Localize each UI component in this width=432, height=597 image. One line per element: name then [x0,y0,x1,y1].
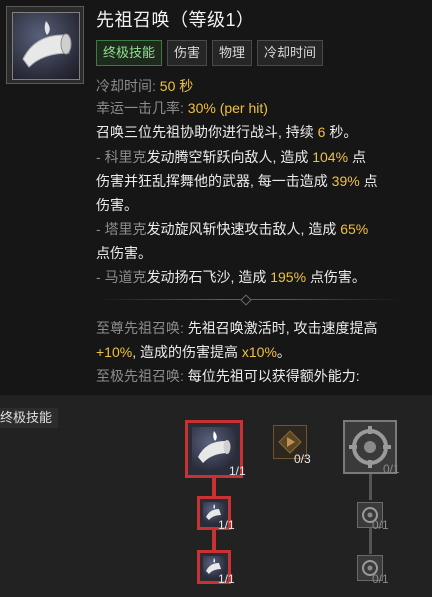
ancient-name-korlic: 科里克 [104,149,147,165]
divider-diamond-icon [240,294,252,306]
supreme-text: , 造成的伤害提高 [132,344,238,360]
skill-tags: 终极技能 伤害 物理 冷却时间 [96,40,324,66]
skill-icon-frame [6,6,84,84]
supreme-line-1: 至尊先祖召唤: 先祖召唤激活时, 攻击速度提高 [96,318,378,338]
node-rank-count: 0/1 [372,518,389,532]
connector-line [212,478,216,498]
horn-icon [12,12,80,80]
bullet: - [96,149,105,165]
desc-text: 秒。 [329,124,358,140]
damage-value: 104% [312,149,349,165]
tag-physical: 物理 [212,40,253,66]
node-rank-count: 1/1 [218,518,235,532]
supreme-text: 先祖召唤激活时, 攻击速度提高 [187,320,378,336]
desc-text: 点 [363,173,378,189]
node-rank-count: 1/1 [218,572,235,586]
tag-cooldown: 冷却时间 [257,40,324,66]
ancient-name-talic: 塔里克 [104,221,147,237]
desc-text: 发动扬石飞沙, 造成 [146,269,267,285]
damage-multiplier-value: x10% [241,344,277,360]
ultimate-label: 至极先祖召唤: [96,368,184,384]
lucky-hit-label: 幸运一击几率: [96,100,184,116]
supreme-text: 。 [276,344,291,360]
duration-value: 6 [317,124,326,140]
node-rank-count: 0/1 [383,462,400,476]
damage-value: 195% [270,269,307,285]
ultimate-line: 至极先祖召唤: 每位先祖可以获得额外能力: [96,366,360,386]
node-rank-count: 1/1 [229,464,246,478]
bullet: - [96,269,105,285]
lucky-hit-value: 30% (per hit) [187,100,268,116]
desc-line-4: 伤害。 [96,197,138,213]
desc-line-2: - 科里克发动腾空斩跃向敌人, 造成 104% 点 [96,147,366,167]
desc-text: 点伤害。 [309,269,366,285]
desc-line-1: 召唤三位先祖协助你进行战斗, 持续 6 秒。 [96,122,357,142]
desc-line-3: 伤害并狂乱挥舞他的武器, 每一击造成 39% 点 [96,171,378,191]
cooldown-value: 50 秒 [159,78,194,94]
skill-tooltip: 先祖召唤（等级1） 终极技能 伤害 物理 冷却时间 冷却时间: 50 秒 幸运一… [0,0,432,395]
ancient-name-madawc: 马道克 [104,269,147,285]
ultimate-text: 每位先祖可以获得额外能力: [187,368,360,384]
connector-line [369,474,372,500]
cooldown-line: 冷却时间: 50 秒 [96,76,193,96]
bullet: - [96,221,105,237]
desc-text: 发动旋风斩快速攻击敌人, 造成 [146,221,337,237]
desc-text: 发动腾空斩跃向敌人, 造成 [146,149,309,165]
node-rank-count: 0/3 [294,452,311,466]
damage-value: 39% [331,173,360,189]
supreme-line-2: +10%, 造成的伤害提高 x10%。 [96,342,291,362]
cooldown-label: 冷却时间: [96,78,156,94]
tree-section-label: 终极技能 [0,408,59,428]
tag-damage: 伤害 [167,40,208,66]
desc-line-6: 点伤害。 [96,245,152,261]
desc-line-5: - 塔里克发动旋风斩快速攻击敌人, 造成 65% [96,219,368,239]
desc-text: 伤害并狂乱挥舞他的武器, 每一击造成 [96,173,328,189]
connector-line [212,530,216,552]
desc-line-7: - 马道克发动扬石飞沙, 造成 195% 点伤害。 [96,267,366,287]
attack-speed-value: +10% [96,344,133,360]
node-rank-count: 0/1 [372,572,389,586]
desc-text: 点 [351,149,366,165]
desc-text: 召唤三位先祖协助你进行战斗, 持续 [96,124,314,140]
tag-ultimate: 终极技能 [96,40,163,66]
lucky-hit-line: 幸运一击几率: 30% (per hit) [96,98,268,118]
damage-value: 65% [340,221,369,237]
skill-title: 先祖召唤（等级1） [96,10,255,30]
supreme-label: 至尊先祖召唤: [96,320,184,336]
